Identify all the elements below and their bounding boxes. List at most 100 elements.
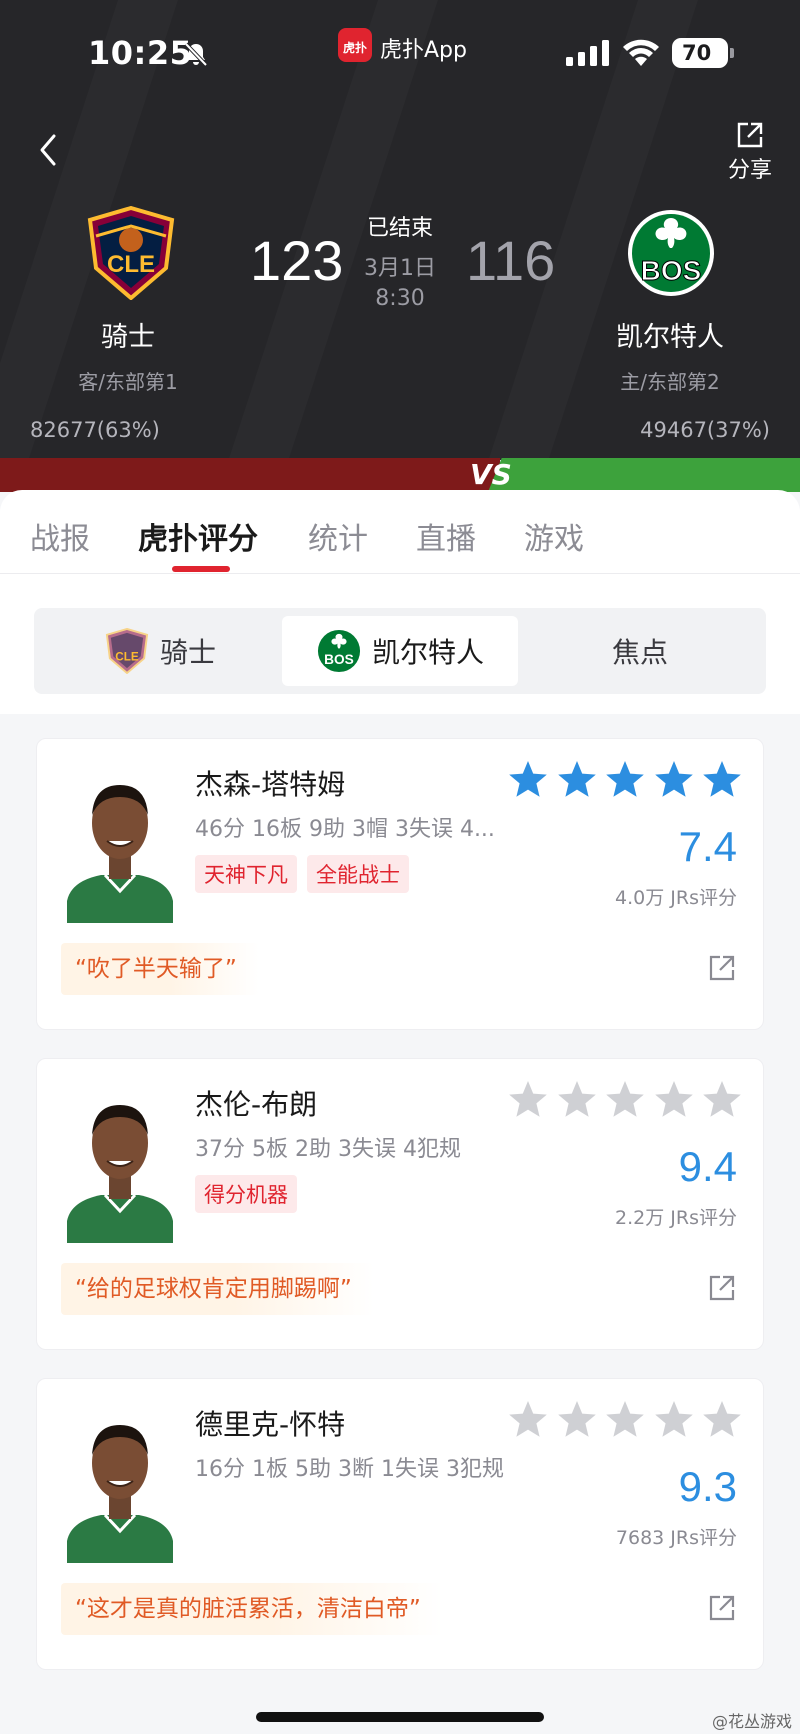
battery-level: 70 — [682, 41, 712, 65]
cavaliers-logo-text: CLE — [107, 251, 155, 278]
cavaliers-logo-text: CLE — [115, 650, 139, 663]
switch-cavaliers[interactable]: CLE 骑士 — [42, 616, 278, 686]
top-comment[interactable]: “给的足球权肯定用脚踢啊” — [61, 1263, 374, 1315]
open-external-icon[interactable] — [707, 1593, 737, 1623]
star-icon[interactable] — [556, 1399, 598, 1441]
home-team-rank: 客/东部第1 — [78, 370, 178, 394]
celtics-logo-icon: BOS — [317, 629, 361, 673]
switch-label: 焦点 — [611, 636, 668, 669]
star-icon[interactable] — [507, 1079, 549, 1121]
bell-muted-icon — [184, 42, 208, 67]
player-card[interactable]: 杰森-塔特姆 46分 16板 9助 3帽 3失误 4... 天神下凡 全能战士 7… — [36, 738, 764, 1030]
player-stats: 46分 16板 9助 3帽 3失误 4... — [195, 817, 495, 842]
player-name[interactable]: 杰伦-布朗 — [195, 1083, 317, 1123]
rating-count: 4.0万 JRs评分 — [615, 887, 737, 909]
home-vote-count: 82677(63%) — [30, 418, 160, 442]
battery-icon: 70 — [672, 38, 734, 68]
away-team-rank: 主/东部第2 — [620, 370, 720, 394]
player-avatar — [67, 1105, 173, 1243]
player-stats: 16分 1板 5助 3断 1失误 3犯规 — [195, 1457, 504, 1482]
cavaliers-logo-icon[interactable]: CLE — [86, 206, 176, 300]
switch-celtics[interactable]: BOS 凯尔特人 — [282, 616, 518, 686]
status-time: 10:25 — [88, 34, 193, 72]
game-date: 3月1日 — [364, 256, 436, 281]
star-icon[interactable] — [604, 1079, 646, 1121]
player-tag: 得分机器 — [195, 1175, 297, 1213]
home-indicator[interactable] — [256, 1712, 544, 1722]
open-external-icon[interactable] — [707, 1273, 737, 1303]
cavaliers-logo-icon: CLE — [105, 628, 149, 674]
player-tag: 天神下凡 — [195, 855, 297, 893]
switch-label: 骑士 — [159, 636, 216, 669]
star-icon[interactable] — [701, 759, 743, 801]
celtics-logo-icon[interactable]: BOS — [626, 206, 716, 300]
away-vote-fill — [488, 458, 800, 492]
player-tags: 天神下凡 全能战士 — [195, 855, 419, 893]
team-switcher: CLE 骑士 BOS 凯尔特人 焦点 — [34, 608, 766, 694]
player-card[interactable]: 杰伦-布朗 37分 5板 2助 3失误 4犯规 得分机器 9.4 2.2万 JR… — [36, 1058, 764, 1350]
open-external-icon[interactable] — [707, 953, 737, 983]
tab-live[interactable]: 直播 — [416, 514, 476, 558]
celtics-logo-text: BOS — [324, 652, 354, 667]
home-vote-fill — [0, 458, 500, 492]
player-tags: 得分机器 — [195, 1175, 307, 1213]
celtics-logo-text: BOS — [641, 255, 702, 286]
share-button[interactable]: 分享 — [720, 120, 780, 183]
wifi-icon — [623, 39, 659, 66]
away-score: 116 — [466, 229, 556, 292]
player-rating: 7.4 — [678, 823, 737, 870]
rating-stars[interactable] — [507, 1399, 743, 1443]
tab-hupu-rating[interactable]: 虎扑评分 — [138, 514, 258, 558]
tab-stats[interactable]: 统计 — [308, 514, 368, 558]
player-stats: 37分 5板 2助 3失误 4犯规 — [195, 1137, 461, 1162]
star-icon[interactable] — [653, 759, 695, 801]
switch-focus[interactable]: 焦点 — [522, 616, 758, 686]
hupu-app-icon[interactable]: 虎扑 — [338, 28, 372, 62]
rating-count: 7683 JRs评分 — [615, 1527, 737, 1549]
star-icon[interactable] — [701, 1399, 743, 1441]
home-score: 123 — [250, 229, 344, 292]
game-header: 10:25 虎扑 虎扑App 70 分享 CLE BOS 骑士 凯尔特人 客/东… — [0, 0, 800, 460]
star-icon[interactable] — [507, 759, 549, 801]
switch-label: 凯尔特人 — [371, 636, 484, 669]
rating-stars[interactable] — [507, 1079, 743, 1123]
share-label: 分享 — [727, 158, 772, 183]
top-comment[interactable]: “这才是真的脏活累活，清洁白帝” — [61, 1583, 443, 1635]
star-icon[interactable] — [653, 1399, 695, 1441]
star-icon[interactable] — [604, 1399, 646, 1441]
top-comment[interactable]: “吹了半天输了” — [61, 943, 259, 995]
star-icon[interactable] — [556, 1079, 598, 1121]
player-avatar — [67, 785, 173, 923]
star-icon[interactable] — [604, 759, 646, 801]
player-name[interactable]: 德里克-怀特 — [195, 1403, 345, 1443]
vs-label: VS — [470, 458, 512, 491]
app-name[interactable]: 虎扑App — [380, 32, 467, 64]
star-icon[interactable] — [653, 1079, 695, 1121]
player-rating: 9.4 — [678, 1143, 737, 1190]
signal-icon — [566, 40, 609, 66]
player-name[interactable]: 杰森-塔特姆 — [195, 763, 345, 803]
tab-bar: 战报 虎扑评分 统计 直播 游戏 — [0, 490, 800, 574]
player-tag: 全能战士 — [307, 855, 409, 893]
back-icon[interactable] — [34, 130, 64, 170]
game-time: 8:30 — [375, 286, 425, 311]
home-team-name[interactable]: 骑士 — [38, 315, 218, 354]
star-icon[interactable] — [556, 759, 598, 801]
vote-bar[interactable]: VS — [0, 458, 800, 492]
star-icon[interactable] — [701, 1079, 743, 1121]
away-vote-count: 49467(37%) — [640, 418, 770, 442]
battery-cap — [730, 48, 734, 58]
rating-count: 2.2万 JRs评分 — [615, 1207, 737, 1229]
player-avatar — [67, 1425, 173, 1563]
share-icon — [737, 122, 763, 148]
app-badge-text: 虎扑 — [342, 41, 367, 55]
tab-game[interactable]: 游戏 — [524, 514, 584, 558]
rating-stars[interactable] — [507, 759, 743, 803]
away-team-name[interactable]: 凯尔特人 — [580, 315, 760, 354]
star-icon[interactable] — [507, 1399, 549, 1441]
tab-active-indicator — [172, 566, 230, 572]
player-card[interactable]: 德里克-怀特 16分 1板 5助 3断 1失误 3犯规 9.3 7683 JRs… — [36, 1378, 764, 1670]
game-status: 已结束 — [366, 216, 433, 241]
watermark: @花丛游戏 — [712, 1712, 793, 1731]
tab-report[interactable]: 战报 — [30, 514, 90, 558]
